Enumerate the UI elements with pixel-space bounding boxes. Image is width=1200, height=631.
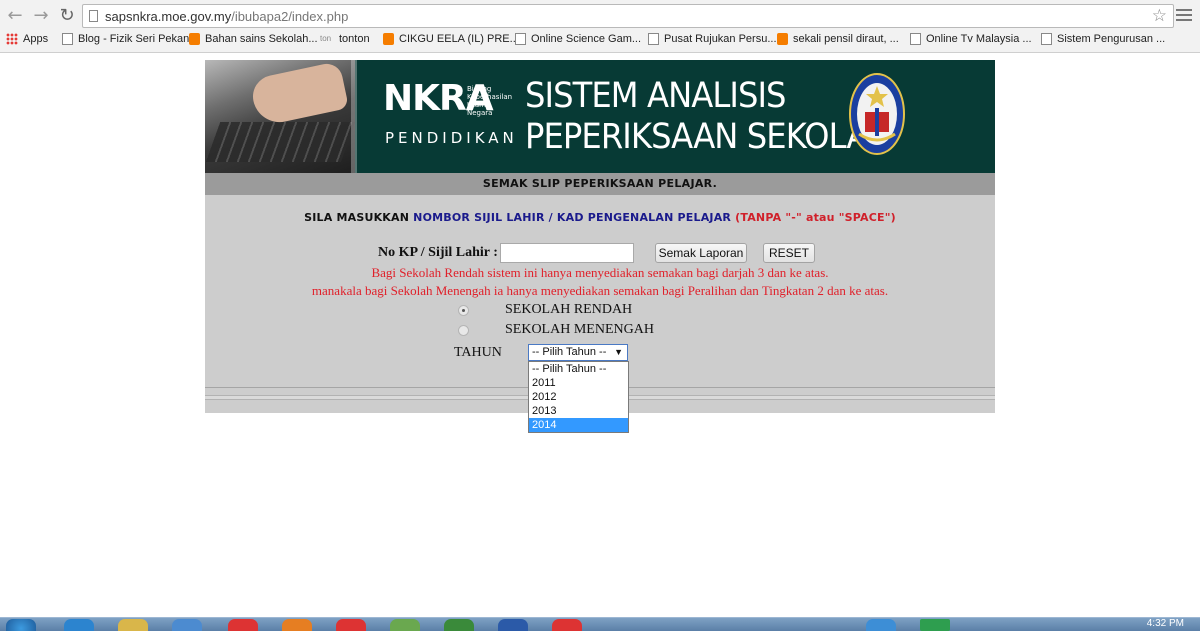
url-text[interactable]: sapsnkra.moe.gov.my/ibubapa2/index.php [105, 9, 348, 24]
bookmark-item[interactable]: CIKGU EELA (IL) PRE... [383, 33, 519, 45]
banner-title-line1: SISTEM ANALISIS [525, 76, 786, 116]
instruction-text: SILA MASUKKAN NOMBOR SIJIL LAHIR / KAD P… [304, 211, 896, 224]
taskbar-app-icon[interactable] [498, 619, 528, 631]
keyboard-photo [205, 60, 356, 173]
browser-chrome: ← → ↻ sapsnkra.moe.gov.my/ibubapa2/index… [0, 0, 1200, 53]
page-icon [89, 10, 98, 22]
bookmark-item[interactable]: ton tonton [320, 33, 370, 45]
semak-laporan-button[interactable]: Semak Laporan [655, 243, 747, 263]
radio-row-rendah: SEKOLAH RENDAH [205, 302, 995, 320]
bookmark-item[interactable]: Online Tv Malaysia ... [910, 33, 1032, 45]
apps-icon [6, 33, 18, 45]
tahun-dropdown-list: -- Pilih Tahun -- 2011 2012 2013 2014 [528, 361, 629, 433]
menu-hamburger-icon[interactable] [1176, 7, 1192, 23]
taskbar-app-icon[interactable] [552, 619, 582, 631]
address-bar[interactable]: sapsnkra.moe.gov.my/ibubapa2/index.php ☆ [82, 4, 1174, 28]
reset-button[interactable]: RESET [763, 243, 815, 263]
forward-arrow-icon[interactable]: → [30, 5, 52, 27]
tahun-option[interactable]: -- Pilih Tahun -- [529, 362, 628, 376]
taskbar-clock: 4:32 PM [1146, 618, 1184, 629]
tahun-option-highlighted[interactable]: 2014 [529, 418, 628, 432]
tonton-icon: ton [320, 34, 332, 43]
section-title: SEMAK SLIP PEPERIKSAAN PELAJAR. [205, 173, 995, 195]
note-menengah: manakala bagi Sekolah Menengah ia hanya … [311, 283, 889, 298]
taskbar-app-icon[interactable] [336, 619, 366, 631]
start-button[interactable] [6, 619, 36, 631]
tahun-option[interactable]: 2013 [529, 404, 628, 418]
tahun-option[interactable]: 2011 [529, 376, 628, 390]
radio-row-menengah: SEKOLAH MENENGAH [205, 322, 995, 340]
radio-sekolah-menengah[interactable] [458, 325, 469, 336]
tahun-option[interactable]: 2012 [529, 390, 628, 404]
kp-row: No KP / Sijil Lahir : Semak Laporan RESE… [205, 243, 995, 265]
bookmarks-bar: Apps Blog - Fizik Seri Pekan Bahan sains… [0, 30, 1200, 50]
radio-label-rendah: SEKOLAH RENDAH [505, 302, 633, 317]
blogger-icon [777, 33, 788, 45]
windows-taskbar: 4:32 PM [0, 617, 1200, 631]
page-icon [910, 33, 921, 45]
pendidikan-label: PENDIDIKAN [385, 129, 518, 147]
taskbar-app-icon[interactable] [64, 619, 94, 631]
radio-label-menengah: SEKOLAH MENENGAH [505, 322, 654, 337]
header-banner: NKRA Bidang Keberhasilan Utama Negara PE… [205, 60, 995, 173]
taskbar-tray-icon[interactable] [920, 619, 950, 631]
tahun-label: TAHUN [454, 345, 502, 360]
page-container: NKRA Bidang Keberhasilan Utama Negara PE… [205, 60, 995, 433]
bookmark-item[interactable]: Online Science Gam... [515, 33, 641, 45]
page-icon [515, 33, 526, 45]
tahun-select[interactable]: -- Pilih Tahun -- ▼ [528, 344, 628, 361]
bookmark-star-icon[interactable]: ☆ [1152, 6, 1167, 26]
ministry-crest-icon [849, 73, 905, 155]
nkra-logo-subtitle: Bidang Keberhasilan Utama Negara [467, 85, 513, 117]
browser-toolbar: ← → ↻ sapsnkra.moe.gov.my/ibubapa2/index… [0, 3, 1200, 29]
kp-label: No KP / Sijil Lahir : [378, 245, 498, 260]
bookmark-item[interactable]: Pusat Rujukan Persu... [648, 33, 777, 45]
bookmark-item[interactable]: Sistem Pengurusan ... [1041, 33, 1165, 45]
back-arrow-icon[interactable]: ← [4, 5, 26, 27]
taskbar-app-icon[interactable] [172, 619, 202, 631]
bookmark-apps[interactable]: Apps [6, 33, 48, 45]
dropdown-arrow-icon: ▼ [614, 347, 623, 357]
bookmark-item[interactable]: Bahan sains Sekolah... [189, 33, 318, 45]
taskbar-tray-icon[interactable] [866, 619, 896, 631]
banner-title-line2: PEPERIKSAAN SEKOLAH [525, 117, 892, 157]
reload-icon[interactable]: ↻ [56, 5, 78, 27]
note-rendah: Bagi Sekolah Rendah sistem ini hanya men… [371, 265, 829, 280]
taskbar-app-icon[interactable] [390, 619, 420, 631]
blogger-icon [189, 33, 200, 45]
page-icon [1041, 33, 1052, 45]
kp-input[interactable] [500, 243, 634, 263]
page-icon [648, 33, 659, 45]
bookmark-item[interactable]: sekali pensil diraut, ... [777, 33, 899, 45]
blogger-icon [383, 33, 394, 45]
search-form: SILA MASUKKAN NOMBOR SIJIL LAHIR / KAD P… [205, 195, 995, 433]
taskbar-app-icon[interactable] [282, 619, 312, 631]
bookmark-item[interactable]: Blog - Fizik Seri Pekan [62, 33, 189, 45]
taskbar-app-icon[interactable] [118, 619, 148, 631]
page-icon [62, 33, 73, 45]
taskbar-app-icon[interactable] [228, 619, 258, 631]
taskbar-app-icon[interactable] [444, 619, 474, 631]
radio-sekolah-rendah[interactable] [458, 305, 469, 316]
